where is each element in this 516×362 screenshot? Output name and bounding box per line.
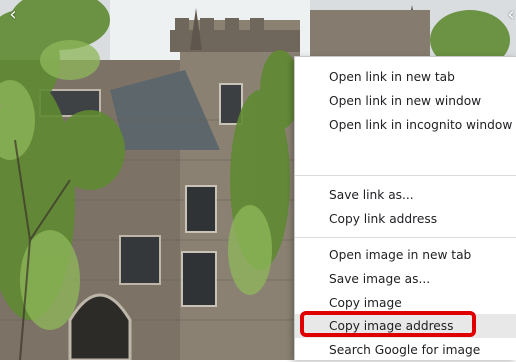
menu-item-copy-image-address[interactable]: Copy image address (295, 314, 516, 338)
menu-item-copy-link-address[interactable]: Copy link address (295, 207, 516, 231)
next-chevron-icon[interactable]: ‹ (500, 4, 516, 26)
context-menu: Open link in new tab Open link in new wi… (294, 56, 516, 360)
menu-item-open-image-new-tab[interactable]: Open image in new tab (295, 243, 516, 267)
menu-item-open-link-incognito[interactable]: Open link in incognito window (295, 113, 516, 137)
menu-item-save-link-as[interactable]: Save link as... (295, 183, 516, 207)
menu-item-open-link-new-window[interactable]: Open link in new window (295, 89, 516, 113)
menu-item-open-link-new-tab[interactable]: Open link in new tab (295, 65, 516, 89)
menu-item-search-google-for-image[interactable]: Search Google for image (295, 338, 516, 362)
menu-item-blank[interactable] (295, 145, 516, 169)
menu-item-save-image-as[interactable]: Save image as... (295, 267, 516, 291)
menu-item-copy-image[interactable]: Copy image (295, 291, 516, 315)
menu-separator (295, 237, 516, 238)
menu-separator (295, 175, 516, 176)
previous-chevron-icon[interactable]: ‹ (2, 4, 24, 26)
